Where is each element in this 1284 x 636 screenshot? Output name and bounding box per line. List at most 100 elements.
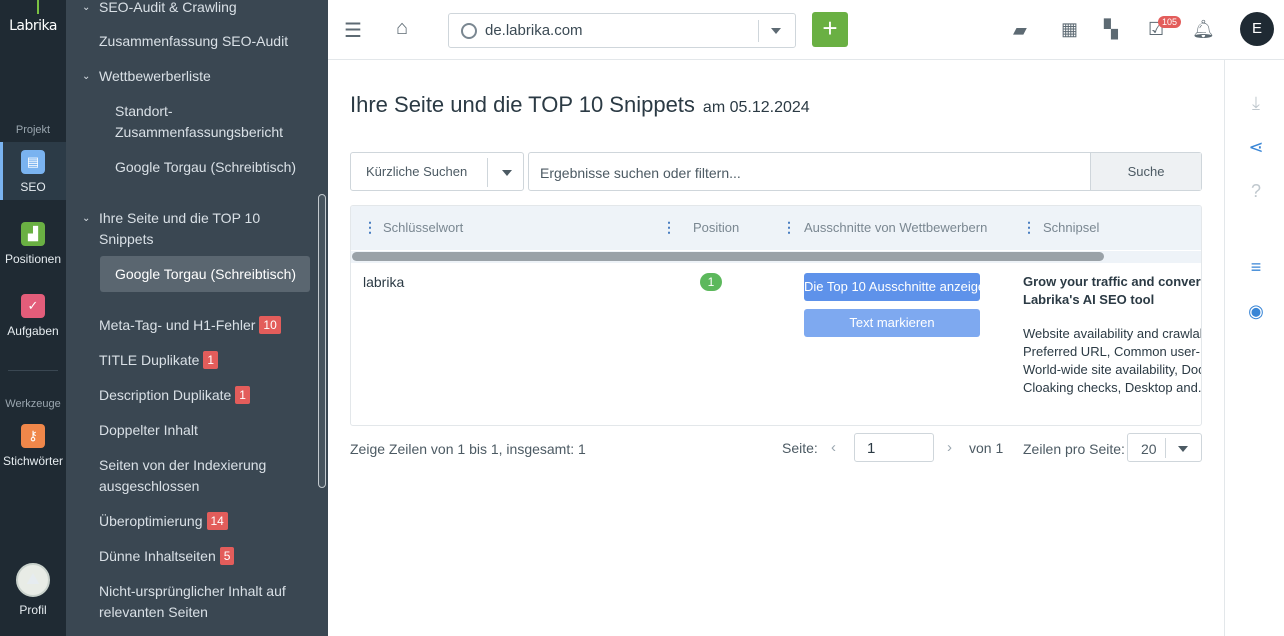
chevron-down-icon[interactable]: [1178, 446, 1188, 452]
search-input[interactable]: Ergebnisse suchen oder filtern...: [540, 165, 741, 181]
rail-item-label: Profil: [19, 603, 47, 617]
snippet-body-line: Website availability and crawlal: [1023, 326, 1202, 341]
domain-select[interactable]: de.labrika.com: [448, 13, 796, 48]
rail-item-label: Stichwörter: [2, 454, 64, 468]
subnav-item-excluded-pages[interactable]: Seiten von der Indexierung ausgeschlosse…: [66, 455, 328, 497]
bell-icon[interactable]: 🔔︎: [1192, 19, 1215, 40]
recent-searches-label: Kürzliche Suchen: [366, 164, 468, 179]
rows-per-page-select[interactable]: 20: [1127, 433, 1202, 462]
column-menu-icon[interactable]: ⋮: [363, 219, 377, 236]
snippet-body-line: Preferred URL, Common user-: [1023, 344, 1200, 359]
right-tool-rail: ⤓ ⋖ ? ≡ ◉: [1224, 60, 1284, 636]
column-header-keyword[interactable]: Schlüsselwort: [383, 220, 463, 235]
mark-text-button[interactable]: Text markieren: [804, 309, 980, 337]
subnav-item-label: Meta-Tag- und H1-Fehler: [99, 317, 256, 333]
page-input[interactable]: 1: [854, 433, 934, 462]
snippet-title-line: Grow your traffic and conver: [1023, 274, 1201, 289]
subnav-item-location-report[interactable]: Standort- Zusammenfassungsbericht: [66, 101, 328, 143]
rail-item-tasks[interactable]: ✓ Aufgaben: [0, 294, 66, 338]
column-menu-icon[interactable]: ⋮: [782, 219, 796, 236]
palette-icon[interactable]: ◉: [1245, 300, 1267, 322]
column-header-competitor-snippets[interactable]: Ausschnitte von Wettbewerbern: [804, 220, 987, 235]
scrollbar-thumb[interactable]: [352, 252, 1104, 261]
rail-divider: [8, 370, 58, 371]
select-divider: [487, 158, 488, 187]
user-avatar[interactable]: E: [1240, 12, 1274, 46]
cell-snippet: Grow your traffic and conver Labrika's A…: [1023, 273, 1202, 397]
hamburger-menu-icon[interactable]: ☰: [344, 18, 362, 43]
subnav-item-label: Dünne Inhaltseiten: [99, 548, 216, 564]
section-tools-label: Werkzeuge: [5, 398, 61, 410]
table-header: ⋮ Schlüsselwort ⋮ Position ⋮ Ausschnitte…: [351, 206, 1201, 250]
subnav-scrollbar[interactable]: [318, 194, 326, 488]
rail-item-profile[interactable]: ⛰ Profil: [0, 563, 66, 617]
chevron-right-icon[interactable]: ›: [947, 439, 952, 456]
subnav-item-label: Google Torgau (Schreibtisch): [115, 266, 297, 282]
notification-count-badge: 105: [1158, 16, 1182, 28]
chevron-down-icon: ⌄: [82, 2, 91, 13]
search-button[interactable]: Suche: [1090, 153, 1201, 190]
horizontal-scrollbar[interactable]: [351, 251, 1201, 263]
subnav-item-label: relevanten Seiten: [99, 604, 208, 620]
subnav-item-label: Snippets: [99, 231, 154, 247]
rail-item-positions[interactable]: ▟ Positionen: [0, 222, 66, 266]
key-icon: ⚷: [21, 424, 45, 448]
rows-per-page-label: Zeilen pro Seite:: [1023, 441, 1125, 457]
recent-searches-select[interactable]: Kürzliche Suchen: [350, 152, 524, 191]
search-filter-field: Ergebnisse suchen oder filtern... Suche: [528, 152, 1202, 191]
logo[interactable]: Labrika: [0, 18, 66, 34]
snippet-title-line: Labrika's AI SEO tool: [1023, 292, 1155, 307]
page-title-text: Ihre Seite und die TOP 10 Snippets: [350, 92, 695, 117]
cell-keyword: labrika: [363, 274, 405, 290]
domain-value: de.labrika.com: [485, 22, 583, 39]
subnav-item-top10-snippets[interactable]: ⌄ Ihre Seite und die TOP 10 Snippets: [66, 208, 328, 250]
column-header-snippet[interactable]: Schnipsel: [1043, 220, 1099, 235]
calendar-icon[interactable]: ▦: [1061, 19, 1078, 40]
column-menu-icon[interactable]: ⋮: [1022, 219, 1036, 236]
count-badge: 5: [219, 547, 235, 565]
subnav-item-label: SEO-Audit & Crawling: [99, 0, 237, 15]
sub-navigation: ⌄ SEO-Audit & Crawling Zusammenfassung S…: [66, 0, 328, 636]
help-icon[interactable]: ?: [1245, 180, 1267, 202]
rail-item-keywords[interactable]: ⚷ Stichwörter: [0, 424, 66, 468]
chevron-down-icon[interactable]: [502, 170, 512, 176]
top-bar: ☰ ⌂ de.labrika.com + ▰ ▦ ▚ ☑ 105 🔔︎ E: [328, 0, 1284, 60]
main-rail: Labrika Projekt ▤ SEO ▟ Positionen ✓ Auf…: [0, 0, 66, 636]
briefcase-icon[interactable]: ▰: [1013, 20, 1027, 41]
select-divider: [758, 20, 759, 42]
column-header-position[interactable]: Position: [693, 220, 739, 235]
subnav-item-label: Überoptimierung: [99, 513, 203, 529]
count-badge: 10: [259, 316, 281, 334]
share-icon[interactable]: ⋖: [1245, 136, 1267, 158]
logo-accent: [37, 0, 39, 14]
section-project-label: Projekt: [15, 124, 51, 136]
rail-item-seo[interactable]: ▤ SEO: [0, 142, 66, 200]
subnav-item-label: Zusammenfassungsbericht: [115, 124, 284, 140]
chevron-down-icon: ⌄: [82, 71, 91, 82]
download-icon[interactable]: ⤓: [1245, 92, 1267, 114]
chart-icon: ▟: [21, 222, 45, 246]
chat-icon[interactable]: ▚: [1104, 19, 1118, 40]
chevron-down-icon[interactable]: [771, 28, 781, 34]
rail-item-label: SEO: [20, 180, 46, 194]
subnav-item-label: Standort-: [115, 103, 173, 119]
list-settings-icon[interactable]: ≡: [1245, 256, 1267, 278]
chevron-down-icon: ⌄: [82, 213, 91, 224]
rail-item-label: Aufgaben: [7, 324, 59, 338]
pagination: Zeige Zeilen von 1 bis 1, insgesamt: 1 S…: [350, 433, 1202, 463]
select-divider: [1165, 438, 1166, 458]
subnav-item-label: Zusammenfassung SEO-Audit: [99, 33, 289, 49]
page-label: Seite:: [782, 440, 818, 456]
rail-item-label: Positionen: [4, 252, 62, 266]
rows-info: Zeige Zeilen von 1 bis 1, insgesamt: 1: [350, 441, 586, 457]
home-icon[interactable]: ⌂: [396, 17, 408, 40]
chevron-left-icon[interactable]: ‹: [831, 439, 836, 456]
subnav-item-non-original-content[interactable]: Nicht-ursprünglicher Inhalt auf relevant…: [66, 581, 328, 623]
subnav-item-label: Google Torgau (Schreibtisch): [115, 159, 297, 175]
add-project-button[interactable]: +: [812, 12, 848, 47]
subnav-item-label: Description Duplikate: [99, 387, 232, 403]
column-menu-icon[interactable]: ⋮: [662, 219, 676, 236]
subnav-item-label: Wettbewerberliste: [99, 68, 211, 84]
count-badge: 1: [203, 351, 219, 369]
show-top10-snippets-button[interactable]: Die Top 10 Ausschnitte anzeigen: [804, 273, 980, 301]
